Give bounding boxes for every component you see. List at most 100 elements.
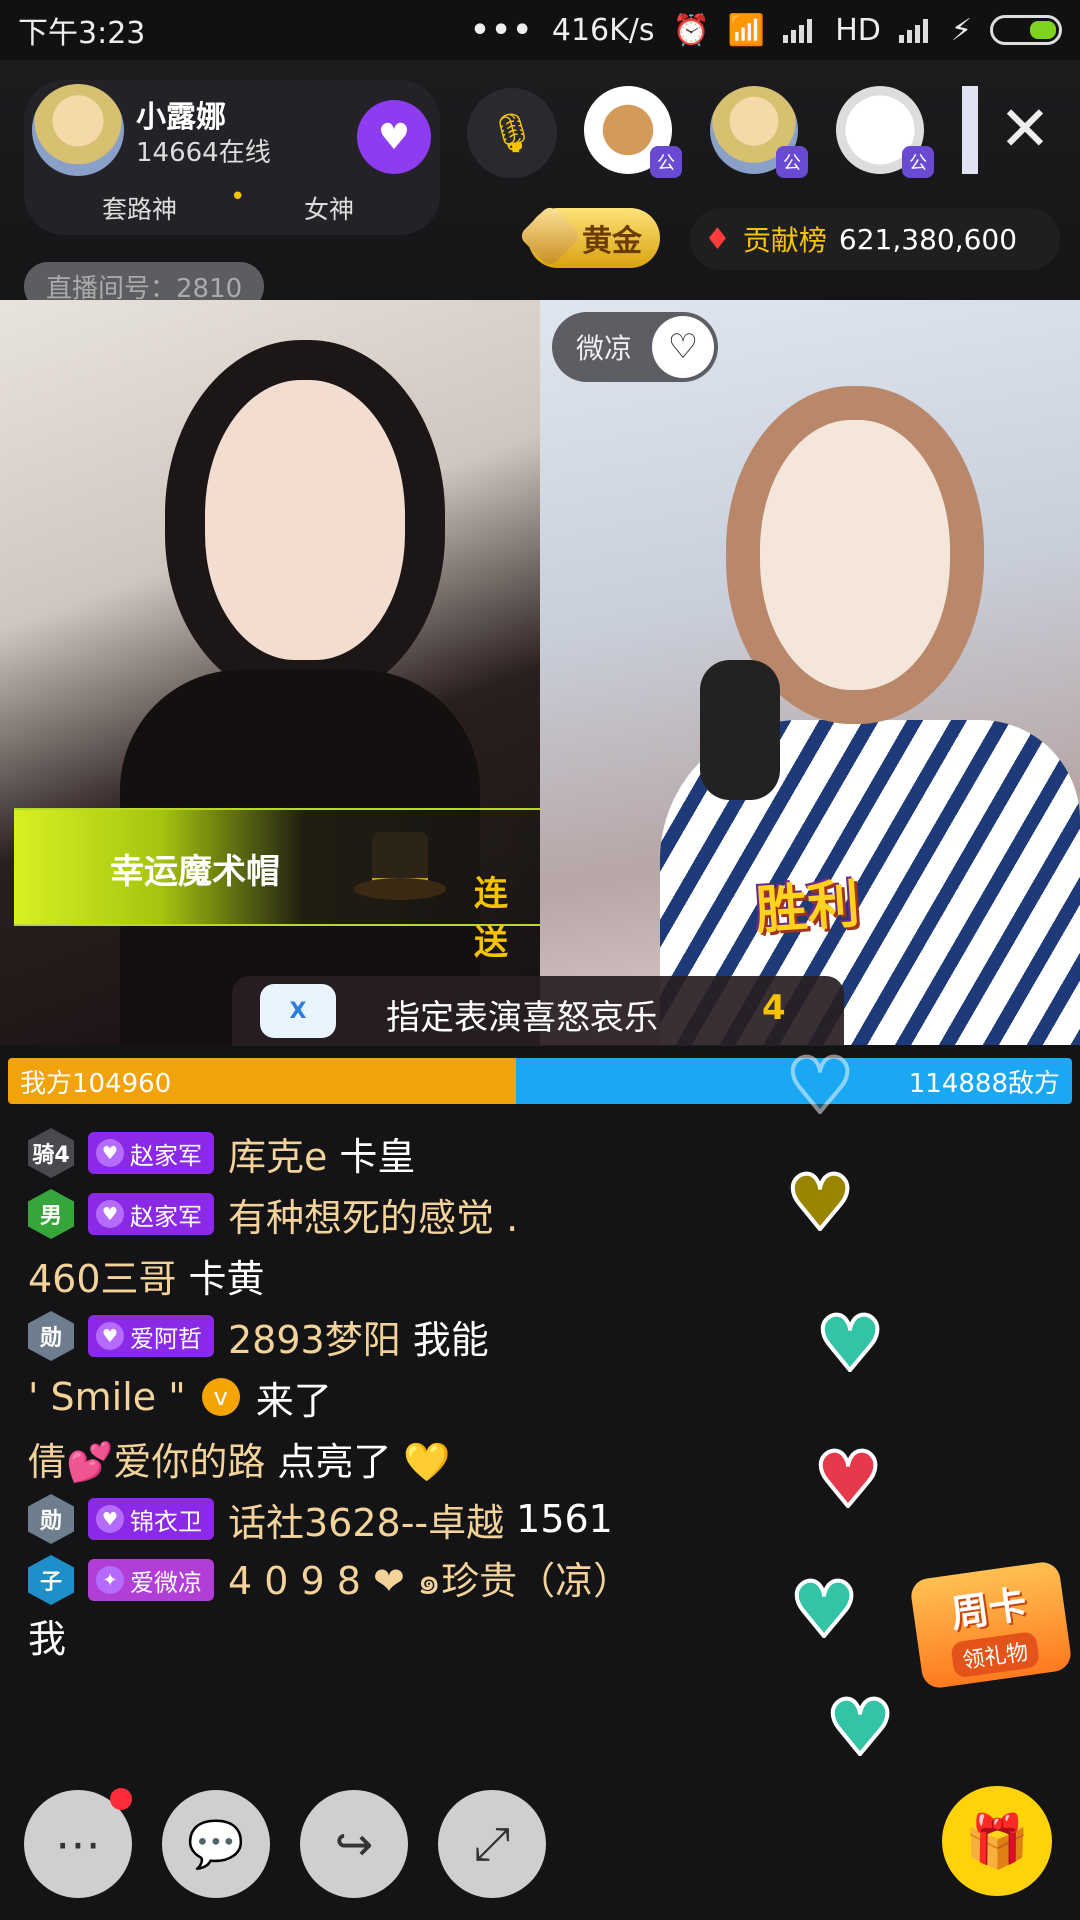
follow-partner-icon[interactable]: ♡ [652,316,714,378]
chat-text: 1561 [516,1497,613,1541]
vip-badge-icon: v [201,1378,240,1416]
viewer-avatar[interactable]: 公 [836,86,934,178]
room-header: 小露娜 14664在线 ♥ 套路神 • 女神 🎙 公 公 公 ✕ 黄金 ♦ 贡献… [0,60,1080,311]
magic-hat-icon [354,820,446,910]
fullscreen-icon: ⤢ [473,1816,511,1870]
tag-separator: • [230,182,246,212]
contribution-label: 贡献榜 [742,224,827,257]
alarm-icon: ⏰ [672,12,710,48]
online-count: 14664在线 [136,138,271,168]
gold-rank-label: 黄金 [582,224,642,259]
microphone-image [700,660,780,800]
gift-banner: 幸运魔术帽 连送 [14,808,540,963]
fan-badge: ✦ 爱微凉 [88,1559,214,1601]
comment-icon: 💬 [187,1816,245,1871]
status-time: 下午3:23 [18,16,146,51]
chat-text: 我能 [412,1317,489,1362]
combo-label: 连送 [474,874,508,963]
chat-message[interactable]: 骑4 ♥ 赵家军 库克e 卡皇 [28,1125,415,1181]
chat-username: 有种想死的感觉 . [228,1195,519,1240]
viewer-avatar[interactable]: 公 [584,86,682,178]
fan-badge-label: 赵家军 [130,1202,202,1231]
signal-icon [783,17,817,43]
chat-message[interactable]: 勋 ♥ 爱阿哲 2893梦阳 我能 [28,1308,489,1364]
chat-username: 倩💕爱你的路 [28,1439,266,1484]
pk-left-score: 我方104960 [8,1058,516,1104]
viewer-avatar-partial[interactable] [962,86,978,174]
network-speed: 416K/s [551,12,655,48]
fan-badge-label: 爱微凉 [130,1568,202,1597]
more-icon: ⋯ [55,1817,101,1871]
status-more-dots: ••• [470,12,534,48]
pk-task-bar[interactable]: X 指定表演喜怒哀乐 4 [232,976,844,1046]
chat-message[interactable]: 倩💕爱你的路 点亮了 💛 [28,1430,451,1486]
contribution-value: 621,380,600 [838,222,1018,256]
chat-message[interactable]: 勋 ♥ 锦衣卫 话社3628--卓越 1561 [28,1491,613,1547]
fan-badge: ♥ 爱阿哲 [88,1315,214,1357]
anchor-avatar[interactable] [32,84,124,176]
fan-badge: ♥ 锦衣卫 [88,1498,214,1540]
gift-button[interactable]: 🎁 [942,1786,1052,1896]
partner-tag[interactable]: 微凉 ♡ [552,312,718,382]
signal-2-icon [898,17,933,43]
gold-rank-badge[interactable]: 黄金 [518,204,660,268]
chat-username: 话社3628--卓越 [228,1500,505,1545]
fan-badge: ♥ 赵家军 [88,1193,214,1235]
comment-button[interactable]: 💬 [162,1790,270,1898]
network-type: HD [835,12,881,48]
chat-message[interactable]: 子 ✦ 爱微凉 4 0 9 8 ❤ ๑珍贵（凉） [28,1552,643,1608]
chat-message[interactable]: 我 [28,1607,66,1663]
win-label: 胜利 [753,874,862,942]
pk-progress-bar: 我方104960 114888敌方 [8,1058,1072,1104]
share-icon: ↪ [334,1817,374,1871]
floating-heart-icon: ♥ [814,1299,886,1388]
heart-icon: ♥ [96,1200,124,1228]
chat-text: 卡皇 [339,1134,416,1179]
anchor-tag-2: 女神 [304,195,355,224]
viewer-badge: 公 [776,146,808,178]
fan-badge-label: 赵家军 [130,1141,202,1170]
level-badge: 勋 [28,1311,74,1361]
anchor-video[interactable] [0,300,540,1045]
gift-icon: 🎁 [964,1811,1030,1872]
floating-heart-icon: ♥ [824,1683,896,1772]
close-button[interactable]: ✕ [990,94,1060,164]
follow-heart-button[interactable]: ♥ [357,100,431,174]
gift-name: 幸运魔术帽 [110,852,280,892]
level-badge: 子 [28,1555,74,1605]
anchor-tag-1: 套路神 [102,195,178,224]
weekly-card-subtitle: 领礼物 [950,1630,1041,1679]
chat-message[interactable]: 460三哥 卡黄 [28,1247,265,1303]
chat-message[interactable]: ' Smile " v 来了 [28,1369,332,1425]
fan-badge-label: 锦衣卫 [130,1507,202,1536]
contribution-board[interactable]: ♦ 贡献榜 621,380,600 [690,208,1060,270]
heart-icon: ♥ [96,1505,124,1533]
anchor-face [205,380,405,660]
level-badge: 骑4 [28,1128,74,1178]
task-text: 指定表演喜怒哀乐 [386,998,658,1038]
share-button[interactable]: ↪ [300,1790,408,1898]
gold-badge-icon [518,204,582,268]
weekly-card-title: 周卡 [947,1581,1030,1636]
chat-text: 卡黄 [188,1256,265,1301]
level-badge: 男 [28,1189,74,1239]
viewer-badge: 公 [650,146,682,178]
chat-message[interactable]: 男 ♥ 赵家军 有种想死的感觉 . [28,1186,530,1242]
chat-text: 点亮了 💛 [277,1439,451,1484]
fan-badge-label: 爱阿哲 [130,1324,202,1353]
anchor-card[interactable]: 小露娜 14664在线 ♥ 套路神 • 女神 [24,80,440,235]
task-count: 4 [762,988,786,1028]
partner-name: 微凉 [576,332,633,365]
weekly-card-button[interactable]: 周卡 领礼物 [909,1560,1073,1690]
chat-username: 4 0 9 8 ❤ ๑珍贵（凉） [228,1558,632,1603]
mic-link-icon[interactable]: 🎙 [467,88,557,178]
level-badge: 勋 [28,1494,74,1544]
floating-heart-icon: ♥ [788,1565,860,1654]
viewer-avatar[interactable]: 公 [710,86,808,178]
chat-text: 来了 [255,1378,332,1423]
chat-username: 库克e [228,1134,328,1179]
fullscreen-button[interactable]: ⤢ [438,1790,546,1898]
video-area[interactable]: 微凉 ♡ 幸运魔术帽 连送 胜利 X 指定表演喜怒哀乐 4 [0,300,1080,1046]
notification-dot [110,1788,132,1810]
charging-icon: ⚡ [950,12,972,48]
